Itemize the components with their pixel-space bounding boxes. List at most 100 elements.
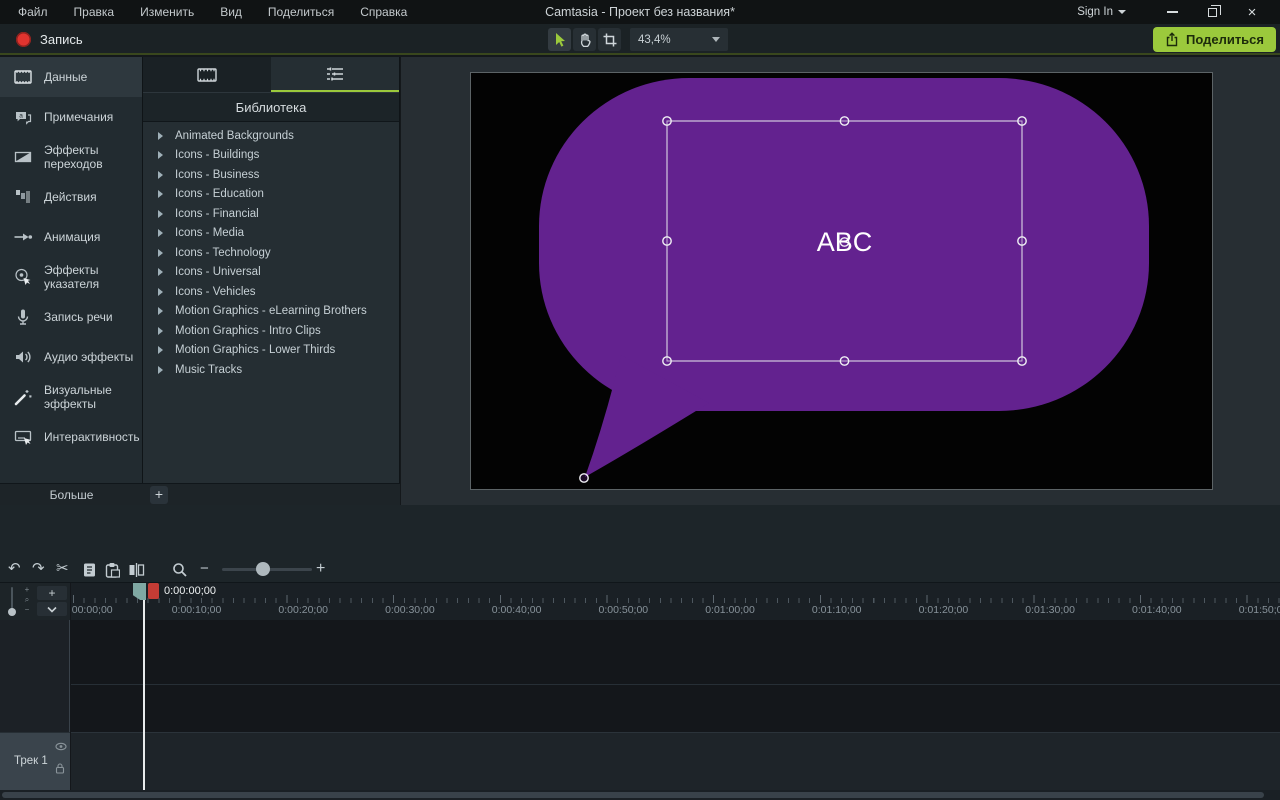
library-item[interactable]: Icons - Education bbox=[143, 185, 399, 205]
timeline-rows[interactable]: 0:00:00;000:00:10;000:00:20;000:00:30;00… bbox=[71, 583, 1280, 800]
sidebar-item-visual-effects[interactable]: Визуальные эффекты bbox=[0, 377, 142, 417]
undo-button[interactable]: ↶ bbox=[8, 559, 21, 577]
library-item-label: Icons - Universal bbox=[175, 266, 261, 278]
timeline-zoom-out-button[interactable]: − bbox=[200, 560, 209, 577]
sign-in-button[interactable]: Sign In bbox=[1077, 6, 1126, 18]
playhead-marker[interactable] bbox=[148, 583, 159, 599]
canvas-zoom-value: 43,4% bbox=[638, 34, 712, 46]
library-item-label: Animated Backgrounds bbox=[175, 130, 294, 142]
chevron-right-icon bbox=[158, 366, 163, 374]
search-icon bbox=[172, 562, 188, 578]
minimize-button[interactable] bbox=[1152, 0, 1192, 24]
main-toolbar: Запись 43,4% bbox=[0, 24, 1280, 55]
pan-tool-button[interactable] bbox=[573, 28, 596, 51]
copy-button[interactable] bbox=[82, 562, 97, 578]
svg-text:a: a bbox=[19, 113, 23, 120]
canvas-area: ABC bbox=[401, 57, 1280, 505]
sign-in-label: Sign In bbox=[1077, 6, 1113, 18]
collapse-tracks-button[interactable] bbox=[37, 602, 67, 616]
timeline-ruler[interactable]: 0:00:00;000:00:10;000:00:20;000:00:30;00… bbox=[71, 583, 1280, 620]
menu-edit[interactable]: Правка bbox=[74, 5, 115, 19]
library-item-label: Motion Graphics - eLearning Brothers bbox=[175, 305, 367, 317]
tab-media[interactable] bbox=[143, 57, 271, 92]
scrollbar-handle[interactable] bbox=[2, 792, 1264, 798]
library-item[interactable]: Motion Graphics - Lower Thirds bbox=[143, 341, 399, 361]
library-item[interactable]: Motion Graphics - eLearning Brothers bbox=[143, 302, 399, 322]
crop-tool-button[interactable] bbox=[598, 28, 621, 51]
library-item[interactable]: Music Tracks bbox=[143, 360, 399, 380]
sidebar-item-animations[interactable]: Анимация bbox=[0, 217, 142, 257]
record-button[interactable]: Запись bbox=[8, 27, 91, 52]
share-button[interactable]: Поделиться bbox=[1153, 27, 1276, 52]
sidebar-item-interactivity[interactable]: Интерактивность bbox=[0, 417, 142, 457]
timeline-search-button[interactable] bbox=[172, 562, 188, 578]
tab-library[interactable] bbox=[271, 57, 399, 92]
library-item[interactable]: Icons - Business bbox=[143, 165, 399, 185]
library-item[interactable]: Icons - Buildings bbox=[143, 146, 399, 166]
chevron-right-icon bbox=[158, 327, 163, 335]
sidebar-item-media[interactable]: Данные bbox=[0, 57, 142, 97]
close-button[interactable]: × bbox=[1232, 0, 1272, 24]
track1-header[interactable]: Трек 1 bbox=[0, 732, 70, 790]
sidebar-item-label: Визуальные эффекты bbox=[44, 383, 142, 411]
sidebar-item-transitions[interactable]: Эффекты переходов bbox=[0, 137, 142, 177]
chevron-right-icon bbox=[158, 307, 163, 315]
preview-stage[interactable]: ABC bbox=[470, 72, 1213, 490]
restore-button[interactable] bbox=[1192, 0, 1232, 24]
sidebar-item-cursor-effects[interactable]: Эффекты указателя bbox=[0, 257, 142, 297]
sidebar-item-label: Эффекты указателя bbox=[44, 263, 142, 291]
library-item[interactable]: Icons - Vehicles bbox=[143, 282, 399, 302]
library-panel: Библиотека Animated BackgroundsIcons - B… bbox=[143, 57, 400, 483]
ruler-time-label: 0:01:40;00 bbox=[1132, 604, 1182, 616]
playhead-line[interactable] bbox=[143, 598, 145, 790]
menu-share[interactable]: Поделиться bbox=[268, 5, 334, 19]
track1-lane[interactable] bbox=[71, 732, 1280, 790]
split-button[interactable] bbox=[128, 562, 145, 578]
cut-button[interactable]: ✂ bbox=[56, 559, 69, 577]
paste-button[interactable] bbox=[104, 562, 120, 578]
track-visibility-eye-icon[interactable] bbox=[55, 742, 67, 751]
library-item[interactable]: Icons - Media bbox=[143, 224, 399, 244]
canvas-zoom-dropdown[interactable]: 43,4% bbox=[630, 28, 728, 51]
library-item[interactable]: Icons - Universal bbox=[143, 263, 399, 283]
menu-file[interactable]: Файл bbox=[18, 5, 48, 19]
library-item-label: Icons - Financial bbox=[175, 208, 259, 220]
add-track-button[interactable]: + bbox=[37, 586, 67, 600]
speech-bubble-callout[interactable]: ABC bbox=[471, 73, 1214, 491]
sidebar-item-annotations[interactable]: a Примечания bbox=[0, 97, 142, 137]
timeline-zoom-in-button[interactable]: + bbox=[316, 560, 325, 578]
redo-button[interactable]: ↷ bbox=[32, 559, 45, 577]
menu-modify[interactable]: Изменить bbox=[140, 5, 194, 19]
library-list: Animated BackgroundsIcons - BuildingsIco… bbox=[143, 122, 399, 380]
close-icon: × bbox=[1248, 4, 1257, 21]
ruler-time-label: 0:00:00;00 bbox=[71, 604, 113, 616]
media-icon bbox=[13, 67, 33, 87]
timeline-horizontal-scrollbar[interactable] bbox=[0, 790, 1280, 800]
library-item[interactable]: Motion Graphics - Intro Clips bbox=[143, 321, 399, 341]
menu-view[interactable]: Вид bbox=[220, 5, 242, 19]
ruler-time-label: 0:01:20;00 bbox=[919, 604, 969, 616]
library-item[interactable]: Icons - Financial bbox=[143, 204, 399, 224]
track-lock-icon[interactable] bbox=[55, 763, 65, 774]
playhead-time: 0:00:00;00 bbox=[164, 585, 216, 597]
chevron-right-icon bbox=[158, 346, 163, 354]
voice-narration-icon bbox=[13, 307, 33, 327]
export-icon bbox=[1165, 32, 1179, 47]
sidebar-item-audio-effects[interactable]: Аудио эффекты bbox=[0, 337, 142, 377]
sidebar-item-label: Эффекты переходов bbox=[44, 143, 142, 171]
library-item[interactable]: Animated Backgrounds bbox=[143, 126, 399, 146]
sidebar-item-voice-narration[interactable]: Запись речи bbox=[0, 297, 142, 337]
cursor-tool-button[interactable] bbox=[548, 28, 571, 51]
track-zoom-control[interactable]: +⌕− bbox=[21, 585, 33, 618]
more-label[interactable]: Больше bbox=[0, 488, 143, 502]
sidebar-item-behaviors[interactable]: Действия bbox=[0, 177, 142, 217]
sidebar-item-label: Примечания bbox=[44, 110, 113, 124]
library-item[interactable]: Icons - Technology bbox=[143, 243, 399, 263]
menu-help[interactable]: Справка bbox=[360, 5, 407, 19]
library-tab-icon bbox=[324, 64, 346, 84]
track-height-slider-thumb[interactable] bbox=[8, 608, 16, 616]
add-tab-button[interactable]: + bbox=[150, 486, 168, 504]
timeline-zoom-slider-thumb[interactable] bbox=[256, 562, 270, 576]
annotations-icon: a bbox=[13, 107, 33, 127]
chevron-right-icon bbox=[158, 268, 163, 276]
